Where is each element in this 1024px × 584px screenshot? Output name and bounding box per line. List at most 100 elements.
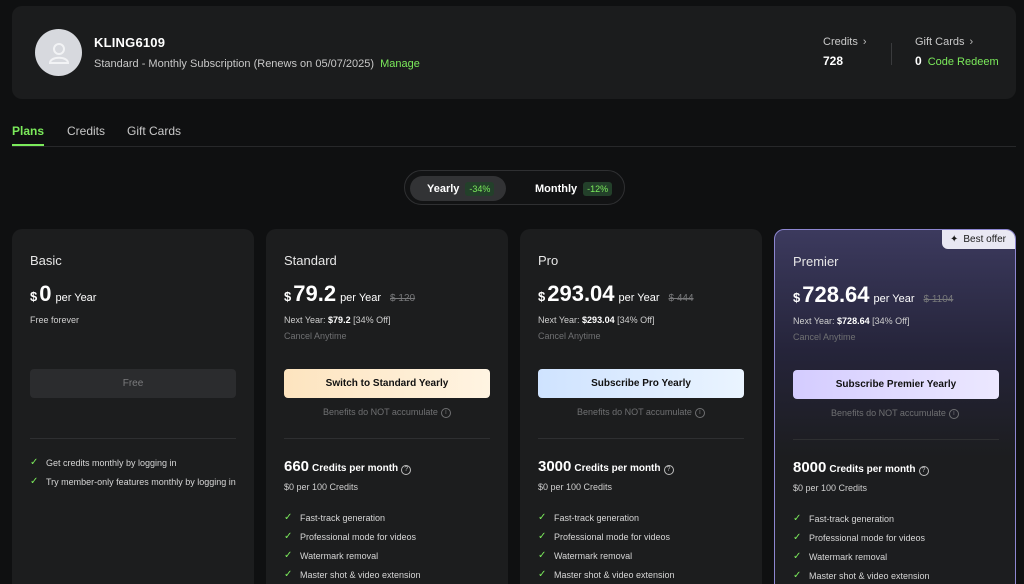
next-year-price: Next Year: $728.64 [34% Off] (793, 316, 910, 326)
help-icon[interactable]: ? (663, 465, 674, 475)
subscribe-premier-yearly-button[interactable]: Subscribe Premier Yearly (793, 370, 999, 399)
benefit-note: Benefits do NOT accumulate i (520, 407, 762, 418)
cancel-anytime: Cancel Anytime (538, 331, 601, 341)
plan-card-standard: Standard $ 79.2 per Year $ 120 Next Year… (266, 229, 508, 584)
feature-item: ✓ Professional mode for videos (284, 531, 417, 542)
feature-item: ✓ Master shot & video extension (538, 569, 675, 580)
free-button[interactable]: Free (30, 369, 236, 398)
price: $ 728.64 per Year $ 1104 (793, 282, 953, 308)
help-icon[interactable]: ? (918, 466, 929, 476)
price: $ 293.04 per Year $ 444 (538, 281, 694, 307)
info-icon[interactable]: i (440, 407, 451, 418)
gift-cards-link[interactable]: Gift Cards › (915, 36, 973, 48)
feature-item: ✓ Watermark removal (538, 550, 633, 561)
monthly-credits: 8000 Credits per month ? (793, 459, 929, 476)
credits-label: Credits per month (574, 463, 661, 474)
price-period: per Year (55, 292, 97, 304)
feature-list: ✓ Get credits monthly by logging in ✓ Try … (30, 453, 236, 491)
cancel-anytime: Cancel Anytime (284, 331, 347, 341)
divider (30, 438, 236, 439)
feature-item: ✓ Get credits monthly by logging in (30, 457, 177, 468)
price-period: per Year (340, 292, 382, 304)
yearly-discount-badge: -34% (465, 181, 495, 196)
price: $ 0 per Year (30, 281, 96, 307)
feature-list: ✓ Fast-track generation ✓ Professional mod… (538, 508, 675, 584)
chevron-right-icon: › (969, 36, 974, 48)
price-amount: 728.64 (802, 282, 870, 307)
credits-label: Credits per month (312, 463, 399, 474)
feature-item: ✓ Professional mode for videos (793, 532, 926, 543)
price-per-100-credits: $0 per 100 Credits (793, 483, 868, 493)
currency-symbol: $ (284, 289, 292, 304)
credits-amount: 8000 (793, 459, 827, 476)
price-per-100-credits: $0 per 100 Credits (284, 482, 359, 492)
currency-symbol: $ (30, 289, 38, 304)
manage-link[interactable]: Manage (380, 58, 420, 70)
check-icon: ✓ (538, 550, 547, 561)
help-icon[interactable]: ? (401, 465, 412, 475)
tab-gift-cards[interactable]: Gift Cards (127, 124, 181, 138)
price-amount: 293.04 (547, 281, 615, 306)
cancel-anytime: Cancel Anytime (793, 332, 856, 342)
check-icon: ✓ (793, 570, 802, 581)
feature-list: ✓ Fast-track generation ✓ Professional mod… (793, 509, 930, 584)
check-icon: ✓ (538, 569, 547, 580)
credits-value: 728 (823, 54, 844, 68)
tab-credits[interactable]: Credits (67, 124, 105, 138)
check-icon: ✓ (793, 551, 802, 562)
tab-bar: Plans Credits Gift Cards (12, 124, 1016, 147)
next-year-price: Next Year: $293.04 [34% Off] (538, 315, 655, 325)
check-icon: ✓ (793, 532, 802, 543)
feature-item: ✓ Fast-track generation (793, 513, 895, 524)
feature-item: ✓ Master shot & video extension (793, 570, 930, 581)
check-icon: ✓ (793, 513, 802, 524)
credits-link[interactable]: Credits › (823, 36, 867, 48)
check-icon: ✓ (284, 531, 293, 542)
credits-amount: 660 (284, 458, 310, 475)
plan-card-basic: Basic $ 0 per Year Free forever Free ✓ Ge… (12, 229, 254, 584)
credits-label: Credits per month (829, 464, 916, 475)
info-icon[interactable]: i (948, 408, 959, 419)
best-offer-badge: ✦ Best offer (941, 230, 1015, 249)
chevron-right-icon: › (862, 36, 867, 48)
feature-item: ✓ Professional mode for videos (538, 531, 671, 542)
original-price: $ 444 (668, 293, 694, 304)
account-header: KLING6109 Standard - Monthly Subscriptio… (12, 6, 1016, 99)
tab-plans[interactable]: Plans (12, 124, 45, 146)
monthly-option[interactable]: Monthly -12% (519, 176, 619, 201)
avatar-icon[interactable] (35, 29, 82, 76)
credits-label: Credits (823, 36, 858, 48)
sparkle-icon: ✦ (949, 234, 959, 245)
monthly-credits: 660 Credits per month ? (284, 458, 412, 475)
check-icon: ✓ (284, 550, 293, 561)
switch-standard-yearly-button[interactable]: Switch to Standard Yearly (284, 369, 490, 398)
feature-item: ✓ Master shot & video extension (284, 569, 421, 580)
code-redeem-link[interactable]: Code Redeem (928, 56, 999, 68)
check-icon: ✓ (284, 512, 293, 523)
check-icon: ✓ (538, 512, 547, 523)
currency-symbol: $ (793, 290, 801, 305)
subscribe-pro-yearly-button[interactable]: Subscribe Pro Yearly (538, 369, 744, 398)
gift-cards-row: 0 Code Redeem (915, 54, 999, 68)
plan-name: Premier (793, 254, 839, 269)
next-year-price: Next Year: $79.2 [34% Off] (284, 315, 391, 325)
price-period: per Year (873, 293, 915, 305)
info-icon[interactable]: i (694, 407, 705, 418)
gift-cards-label: Gift Cards (915, 36, 965, 48)
original-price: $ 120 (390, 293, 416, 304)
price-amount: 79.2 (293, 281, 337, 306)
yearly-option[interactable]: Yearly -34% (410, 176, 506, 201)
check-icon: ✓ (284, 569, 293, 580)
original-price: $ 1104 (923, 294, 954, 305)
subscription-status: Standard - Monthly Subscription (Renews … (94, 58, 420, 70)
divider (793, 439, 999, 440)
feature-item: ✓ Fast-track generation (538, 512, 640, 523)
currency-symbol: $ (538, 289, 546, 304)
check-icon: ✓ (30, 457, 39, 468)
subscription-text: Standard - Monthly Subscription (Renews … (94, 58, 375, 70)
benefit-note: Benefits do NOT accumulate i (775, 408, 1015, 419)
price-per-100-credits: $0 per 100 Credits (538, 482, 613, 492)
benefit-note: Benefits do NOT accumulate i (266, 407, 508, 418)
yearly-label: Yearly (427, 182, 460, 195)
monthly-label: Monthly (535, 182, 578, 195)
